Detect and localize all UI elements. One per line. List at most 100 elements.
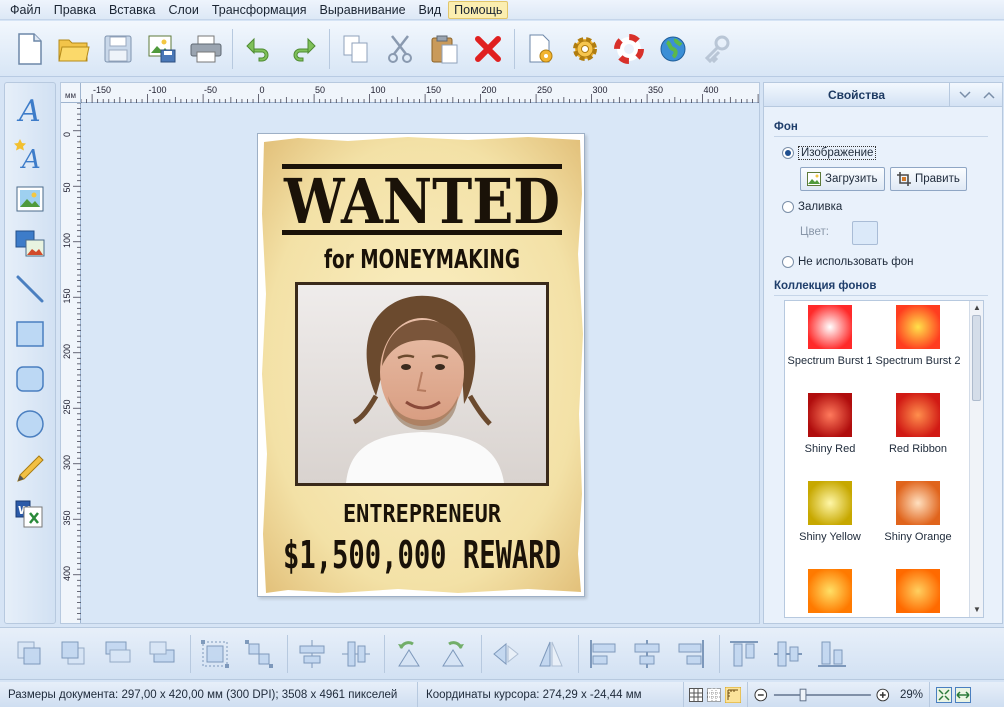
menu-insert[interactable]: Вставка: [103, 1, 161, 19]
radio-no-background-label: Не использовать фон: [798, 256, 914, 268]
radio-button[interactable]: [782, 256, 794, 268]
delete-button[interactable]: [468, 29, 508, 69]
save-image-button[interactable]: [142, 29, 182, 69]
send-to-back-button[interactable]: [54, 634, 94, 674]
canvas-area[interactable]: мм -150 -100 -50 0 50 100 150 200 250 300 350 400 45…: [60, 82, 760, 624]
menu-align[interactable]: Выравнивание: [313, 1, 411, 19]
background-thumbnail[interactable]: [785, 569, 875, 617]
background-thumbnail[interactable]: Red Ribbon: [873, 393, 963, 455]
save-button[interactable]: [98, 29, 138, 69]
align-vertical-center-button[interactable]: [336, 634, 376, 674]
align-center-button[interactable]: [627, 634, 667, 674]
fit-page-icon[interactable]: [936, 686, 952, 703]
flip-vertical-button[interactable]: [530, 634, 570, 674]
bring-to-front-button[interactable]: [10, 634, 50, 674]
scroll-down-arrow-icon[interactable]: ▼: [972, 605, 982, 615]
menu-file[interactable]: Файл: [4, 1, 47, 19]
menu-view[interactable]: Вид: [413, 1, 448, 19]
edit-button[interactable]: Править: [890, 167, 967, 191]
background-thumbnail[interactable]: [873, 569, 963, 617]
panel-collapse-button[interactable]: [978, 85, 1000, 105]
radio-fill-option[interactable]: Заливка: [782, 201, 842, 213]
ungroup-icon: [245, 639, 273, 668]
gallery-scrollbar[interactable]: ▲ ▼: [969, 301, 983, 617]
radio-button-checked[interactable]: [782, 147, 794, 159]
align-right-button[interactable]: [671, 634, 711, 674]
background-thumbnail-label: Shiny Red: [804, 443, 856, 455]
menu-edit[interactable]: Правка: [48, 1, 102, 19]
zoom-slider-thumb[interactable]: [799, 688, 806, 701]
background-thumbnail[interactable]: Spectrum Burst 1: [785, 305, 875, 367]
align-right-icon: [678, 639, 704, 668]
web-button[interactable]: [653, 29, 693, 69]
align-top-button[interactable]: [724, 634, 764, 674]
document-page[interactable]: WANTED for MONEYMAKING ENTREPRENEUR $1,5…: [257, 133, 585, 597]
radio-button[interactable]: [782, 201, 794, 213]
rectangle-tool-button[interactable]: [10, 314, 50, 354]
flip-horizontal-button[interactable]: [486, 634, 526, 674]
panel-dropdown-button[interactable]: [954, 85, 976, 105]
toolbar-separator: [329, 28, 330, 69]
group-button[interactable]: [195, 634, 235, 674]
data-import-button[interactable]: W: [10, 494, 50, 534]
background-thumbnail[interactable]: Shiny Orange: [873, 481, 963, 543]
curved-text-tool-button[interactable]: A: [10, 134, 50, 174]
radio-no-background-option[interactable]: Не использовать фон: [782, 256, 913, 268]
wanted-poster[interactable]: WANTED for MONEYMAKING ENTREPRENEUR $1,5…: [258, 134, 586, 598]
scroll-up-arrow-icon[interactable]: ▲: [972, 303, 982, 313]
page-setup-button[interactable]: [521, 29, 561, 69]
pencil-tool-button[interactable]: [10, 449, 50, 489]
bring-forward-button[interactable]: [98, 634, 138, 674]
image-tool-button[interactable]: [10, 179, 50, 219]
copy-button[interactable]: [336, 29, 376, 69]
background-section-title: Фон: [774, 121, 798, 133]
background-thumbnail[interactable]: Spectrum Burst 2: [873, 305, 963, 367]
print-button[interactable]: [186, 29, 226, 69]
menu-transform[interactable]: Трансформация: [206, 1, 313, 19]
menu-help[interactable]: Помощь: [448, 0, 509, 19]
zoom-out-icon[interactable]: [754, 688, 768, 702]
chevron-up-icon: [983, 91, 995, 99]
zoom-in-icon[interactable]: [876, 688, 890, 702]
ungroup-button[interactable]: [239, 634, 279, 674]
fit-width-icon[interactable]: [955, 686, 971, 703]
rounded-rectangle-tool-button[interactable]: [10, 359, 50, 399]
rotate-left-button[interactable]: [389, 634, 429, 674]
rulers-toggle-icon[interactable]: [725, 686, 741, 703]
menu-layers[interactable]: Слои: [162, 1, 204, 19]
ellipse-tool-button[interactable]: [10, 404, 50, 444]
load-button[interactable]: Загрузить: [800, 167, 885, 191]
align-left-button[interactable]: [583, 634, 623, 674]
text-tool-button[interactable]: A: [10, 89, 50, 129]
key-button[interactable]: [697, 29, 737, 69]
open-button[interactable]: [54, 29, 94, 69]
fit-buttons: [930, 686, 971, 703]
rotate-right-button[interactable]: [433, 634, 473, 674]
undo-button[interactable]: [239, 29, 279, 69]
radio-image-option[interactable]: Изображение: [782, 146, 877, 160]
new-document-button[interactable]: [10, 29, 50, 69]
ruler-label: 0: [62, 132, 72, 137]
settings-button[interactable]: [565, 29, 605, 69]
panel-header: Свойства: [764, 83, 1002, 107]
color-picker[interactable]: [852, 221, 878, 245]
align-horizontal-center-button[interactable]: [292, 634, 332, 674]
dotted-grid-icon[interactable]: [707, 687, 721, 702]
redo-button[interactable]: [283, 29, 323, 69]
line-tool-button[interactable]: [10, 269, 50, 309]
zoom-slider[interactable]: [772, 688, 873, 702]
align-bottom-button[interactable]: [812, 634, 852, 674]
save-icon: [104, 35, 132, 62]
send-backward-button[interactable]: [142, 634, 182, 674]
cut-button[interactable]: [380, 29, 420, 69]
color-label: Цвет:: [800, 226, 829, 238]
grid-view-icon[interactable]: [689, 687, 703, 702]
zoom-slider-track[interactable]: [773, 693, 871, 696]
scrollbar-thumb[interactable]: [972, 315, 981, 401]
help-button[interactable]: [609, 29, 649, 69]
background-image-tool-button[interactable]: [10, 224, 50, 264]
paste-button[interactable]: [424, 29, 464, 69]
background-thumbnail[interactable]: Shiny Yellow: [785, 481, 875, 543]
align-middle-button[interactable]: [768, 634, 808, 674]
background-thumbnail[interactable]: Shiny Red: [785, 393, 875, 455]
